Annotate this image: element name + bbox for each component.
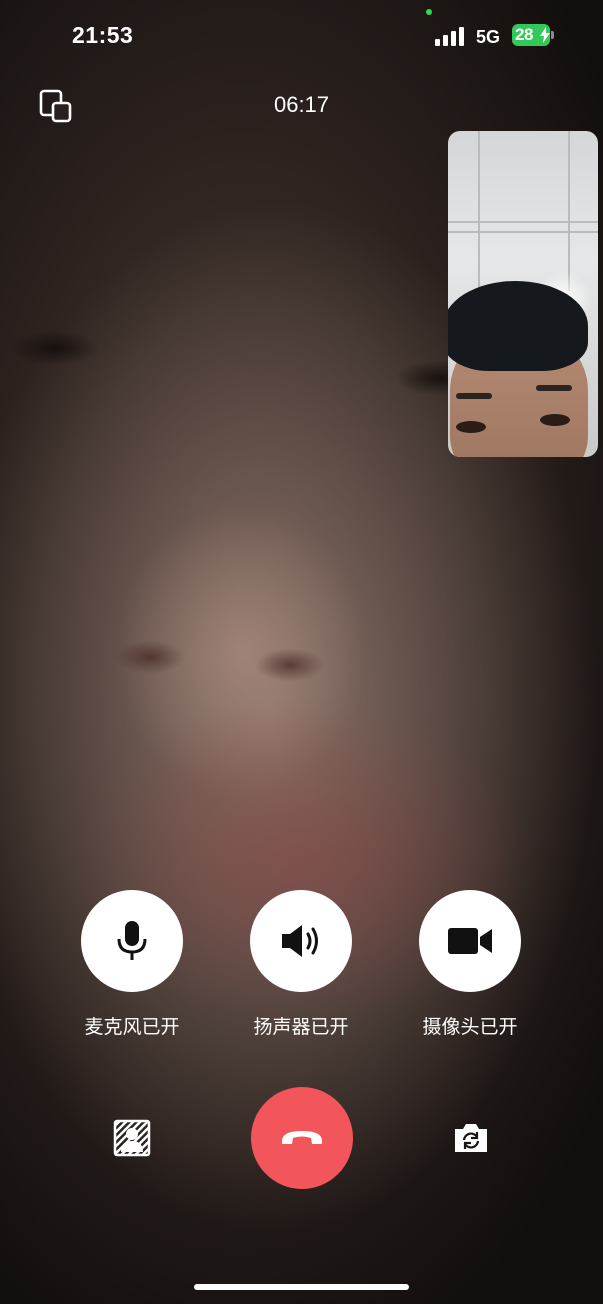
background-blur-icon xyxy=(113,1119,151,1157)
camera-toggle[interactable]: 摄像头已开 xyxy=(400,890,540,1039)
microphone-button[interactable] xyxy=(81,890,183,992)
phone-hangup-icon xyxy=(282,1131,322,1144)
microphone-label: 麦克风已开 xyxy=(84,1017,180,1038)
call-duration: 06:17 xyxy=(273,92,330,117)
remote-video-detail xyxy=(115,640,185,674)
speaker-toggle[interactable]: 扬声器已开 xyxy=(231,890,371,1039)
camera-label: 摄像头已开 xyxy=(422,1017,518,1038)
battery-icon: 28 xyxy=(512,24,554,46)
background-blur-button[interactable] xyxy=(113,1119,151,1157)
speaker-button[interactable] xyxy=(250,890,352,992)
status-bar: 21:53 5G 28 xyxy=(0,0,603,70)
remote-video-detail xyxy=(10,330,100,366)
microphone-toggle[interactable]: 麦克风已开 xyxy=(62,890,202,1039)
battery-level: 28 xyxy=(515,25,533,44)
call-controls: 麦克风已开 扬声器已开 摄像头已开 xyxy=(0,890,603,1040)
video-camera-icon xyxy=(448,928,492,954)
flip-camera-icon xyxy=(455,1124,487,1152)
speaker-label: 扬声器已开 xyxy=(253,1017,349,1038)
status-time: 21:53 xyxy=(72,22,134,48)
hang-up-button[interactable] xyxy=(251,1087,353,1189)
remote-video-detail xyxy=(255,648,325,682)
bottom-controls xyxy=(0,1087,603,1189)
camera-button[interactable] xyxy=(419,890,521,992)
microphone-icon xyxy=(117,921,147,960)
flip-camera-button[interactable] xyxy=(452,1121,490,1155)
privacy-indicator-dot xyxy=(426,9,432,15)
network-type: 5G xyxy=(476,27,501,47)
home-indicator[interactable] xyxy=(194,1284,409,1290)
charging-bolt-icon xyxy=(540,27,550,43)
speaker-icon xyxy=(282,925,318,957)
cellular-signal-icon xyxy=(435,26,467,46)
self-view-video[interactable] xyxy=(448,131,598,457)
